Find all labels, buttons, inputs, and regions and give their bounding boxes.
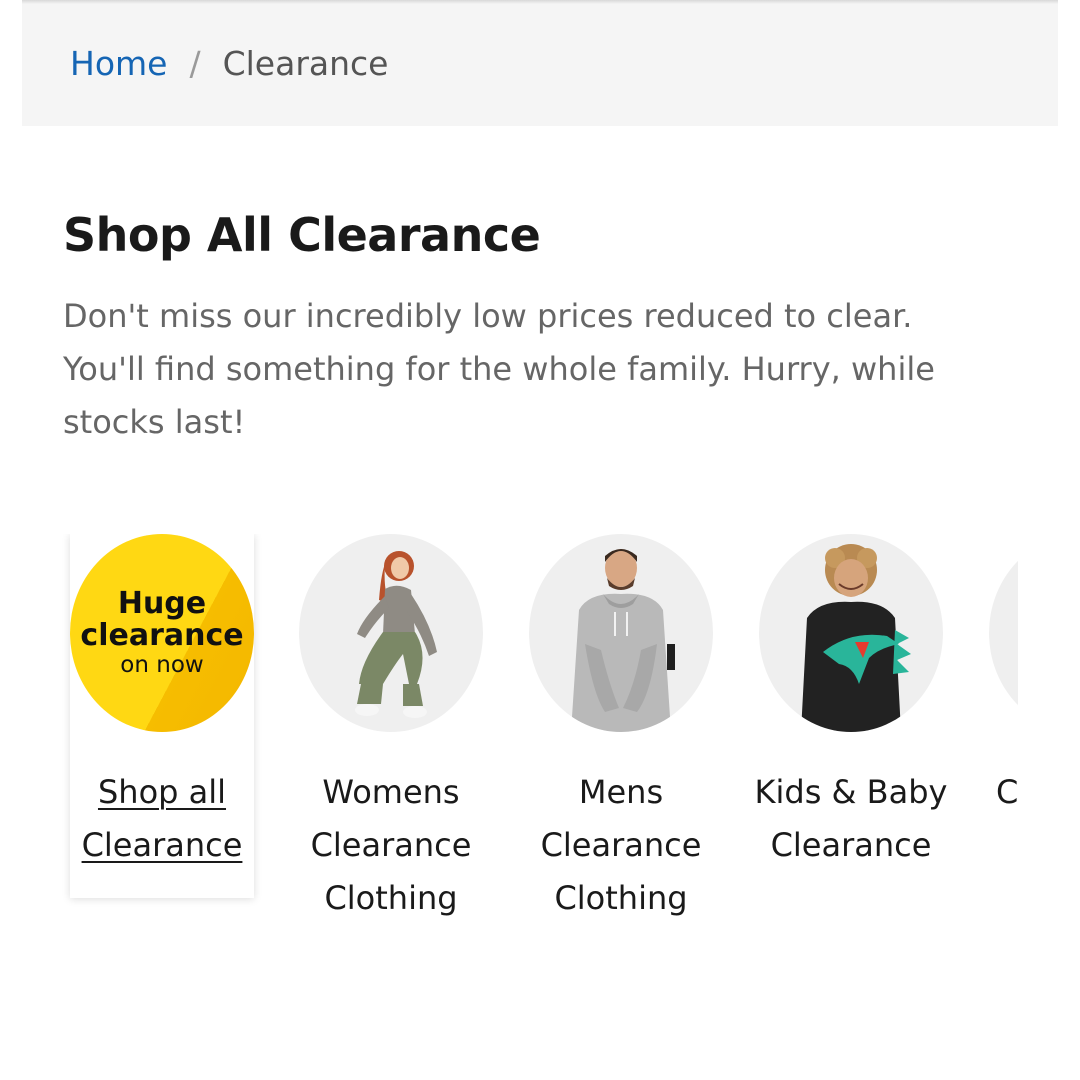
category-card-womens[interactable]: Womens Clearance Clothing <box>291 534 491 925</box>
category-card-partial[interactable]: C <box>981 534 1018 819</box>
promo-line-on-now: on now <box>120 652 204 678</box>
page-description: Don't miss our incredibly low prices red… <box>63 297 935 441</box>
breadcrumb-home-link[interactable]: Home <box>70 44 167 83</box>
header-shadow <box>22 0 1058 4</box>
clearance-page: Home / Clearance Shop All Clearance Don'… <box>0 0 1080 1080</box>
category-label-womens[interactable]: Womens Clearance Clothing <box>291 766 491 925</box>
category-card-shop-all[interactable]: Huge clearance on now Shop all Clearance <box>70 534 254 898</box>
breadcrumb-current: Clearance <box>222 43 389 83</box>
partial-category-photo[interactable] <box>989 534 1018 732</box>
promo-line-clearance: clearance <box>80 618 244 653</box>
category-label-shop-all[interactable]: Shop all Clearance <box>70 766 254 872</box>
category-label-partial[interactable]: C <box>981 766 1018 819</box>
breadcrumb: Home / Clearance <box>22 0 1058 126</box>
category-label-kids-baby[interactable]: Kids & Baby Clearance <box>751 766 951 872</box>
woman-model-photo[interactable] <box>299 534 483 732</box>
breadcrumb-separator: / <box>189 43 201 83</box>
page-title: Shop All Clearance <box>63 208 541 262</box>
child-model-photo[interactable] <box>759 534 943 732</box>
category-card-kids-baby[interactable]: Kids & Baby Clearance <box>751 534 951 872</box>
category-carousel[interactable]: Huge clearance on now Shop all Clearance <box>62 534 1018 954</box>
promo-line-huge: Huge <box>117 586 207 621</box>
huge-clearance-badge[interactable]: Huge clearance on now <box>70 534 254 732</box>
category-card-mens[interactable]: Mens Clearance Clothing <box>521 534 721 925</box>
category-label-mens[interactable]: Mens Clearance Clothing <box>521 766 721 925</box>
man-model-photo[interactable] <box>529 534 713 732</box>
